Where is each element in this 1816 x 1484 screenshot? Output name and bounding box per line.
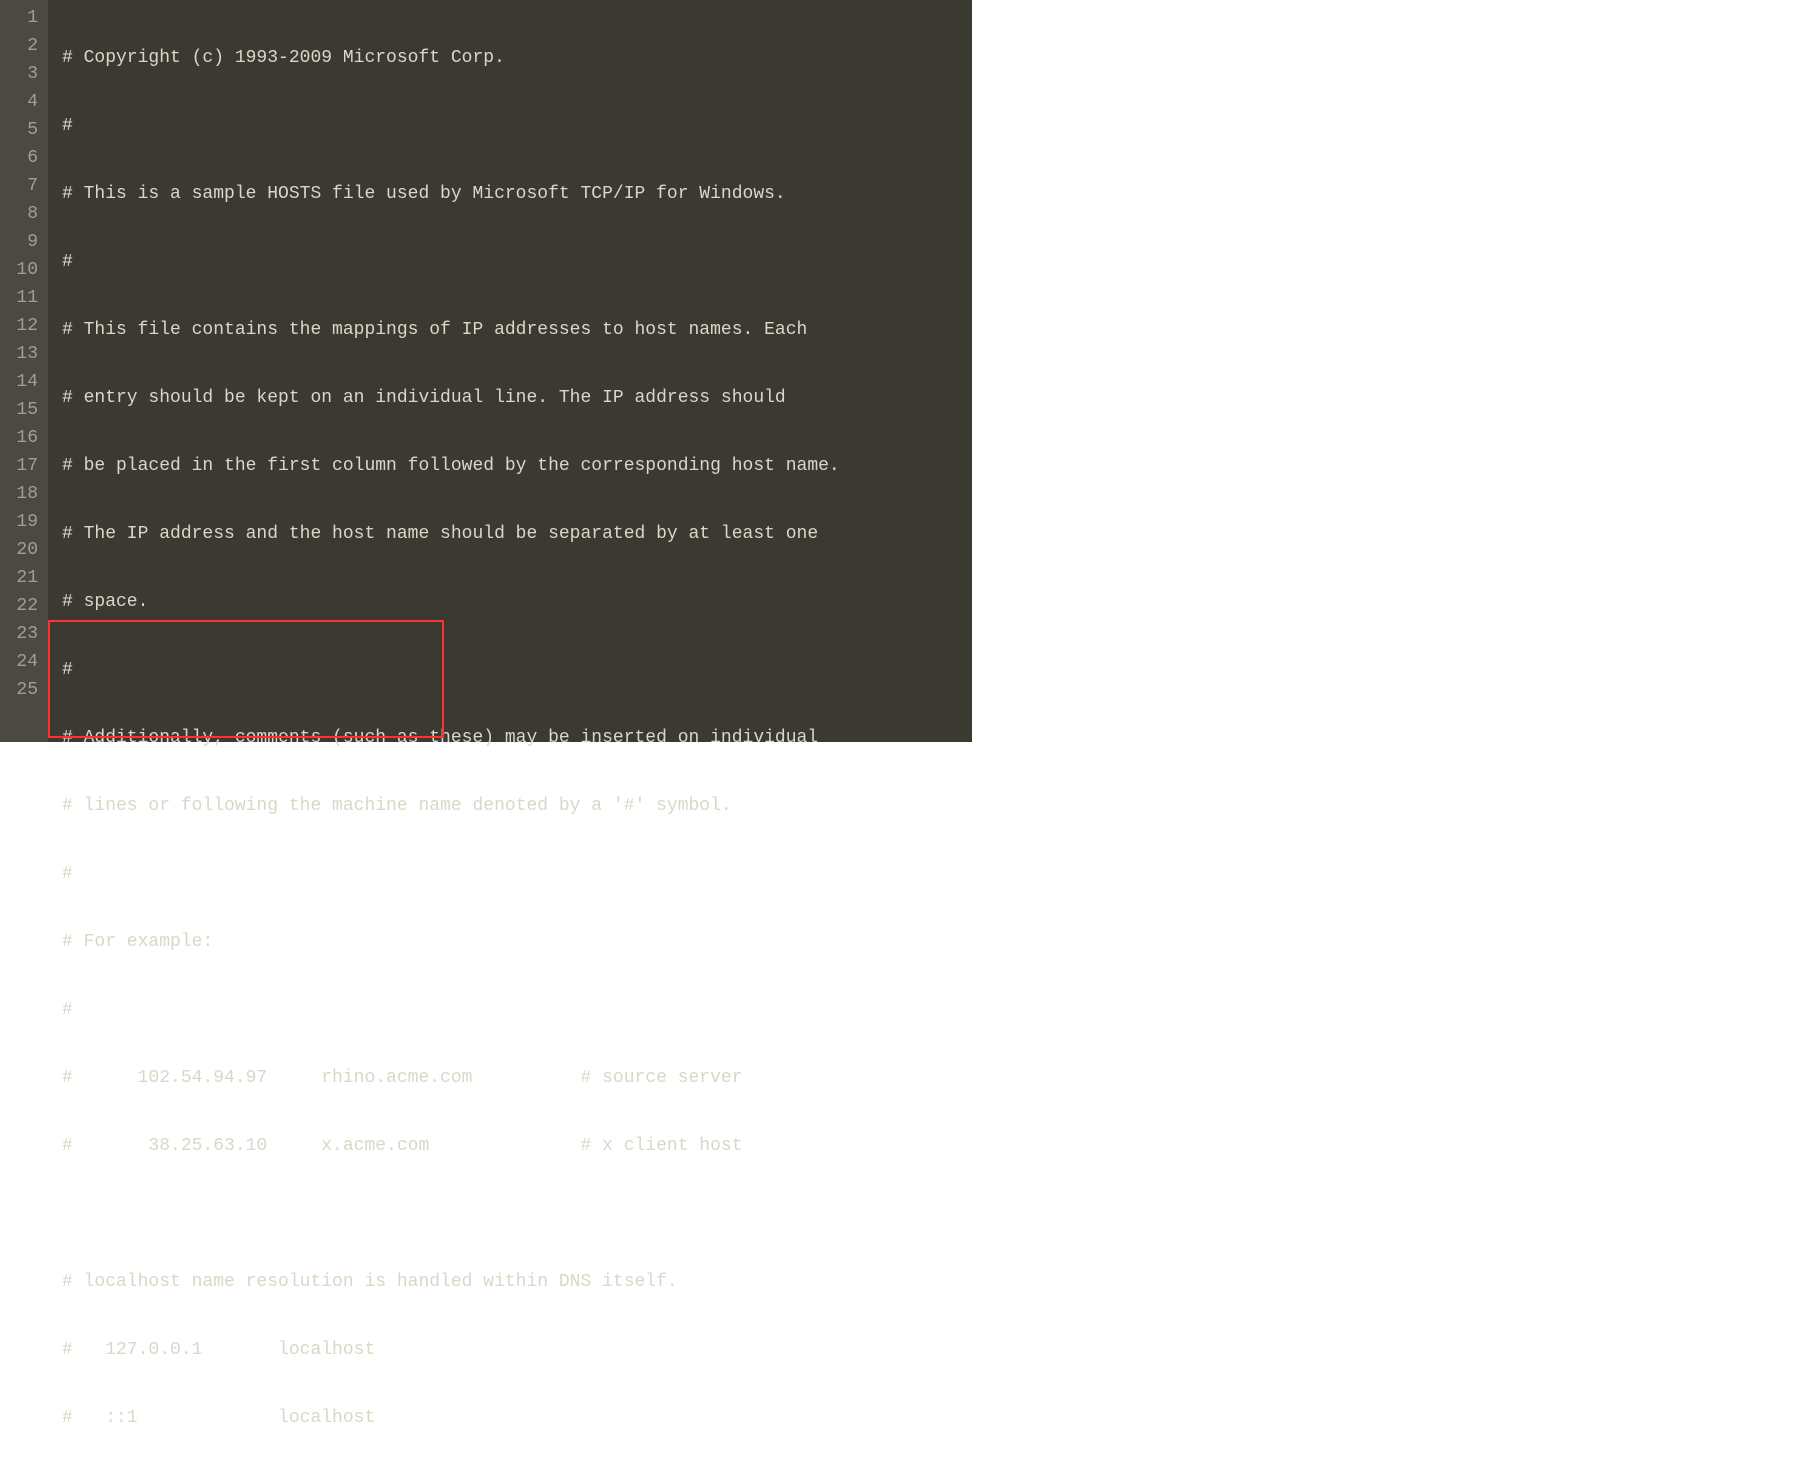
line-number: 17 [6, 452, 38, 480]
code-line[interactable]: # 102.54.94.97 rhino.acme.com # source s… [62, 1064, 972, 1092]
line-number: 8 [6, 200, 38, 228]
code-line[interactable]: # Additionally, comments (such as these)… [62, 724, 972, 752]
line-number: 11 [6, 284, 38, 312]
line-number: 24 [6, 648, 38, 676]
code-line[interactable]: # entry should be kept on an individual … [62, 384, 972, 412]
line-number: 16 [6, 424, 38, 452]
line-number: 22 [6, 592, 38, 620]
line-number: 21 [6, 564, 38, 592]
code-line[interactable]: # This is a sample HOSTS file used by Mi… [62, 180, 972, 208]
code-area[interactable]: # Copyright (c) 1993-2009 Microsoft Corp… [48, 0, 972, 742]
line-number-gutter: 1 2 3 4 5 6 7 8 9 10 11 12 13 14 15 16 1… [0, 0, 48, 742]
line-number: 4 [6, 88, 38, 116]
code-line[interactable]: # [62, 112, 972, 140]
code-line[interactable]: # 38.25.63.10 x.acme.com # x client host [62, 1132, 972, 1160]
code-editor[interactable]: 1 2 3 4 5 6 7 8 9 10 11 12 13 14 15 16 1… [0, 0, 972, 742]
code-line[interactable]: # space. [62, 588, 972, 616]
line-number: 3 [6, 60, 38, 88]
line-number: 15 [6, 396, 38, 424]
line-number: 9 [6, 228, 38, 256]
code-line[interactable]: # lines or following the machine name de… [62, 792, 972, 820]
code-line[interactable]: # localhost name resolution is handled w… [62, 1268, 972, 1296]
line-number: 14 [6, 368, 38, 396]
code-line[interactable]: # ::1 localhost [62, 1404, 972, 1432]
line-number: 5 [6, 116, 38, 144]
code-line[interactable]: # [62, 996, 972, 1024]
code-line[interactable] [62, 1200, 972, 1228]
code-line[interactable]: # be placed in the first column followed… [62, 452, 972, 480]
line-number: 10 [6, 256, 38, 284]
line-number: 19 [6, 508, 38, 536]
line-number: 6 [6, 144, 38, 172]
code-line[interactable]: # For example: [62, 928, 972, 956]
code-line[interactable]: # 127.0.0.1 localhost [62, 1336, 972, 1364]
line-number: 18 [6, 480, 38, 508]
code-line[interactable]: # [62, 248, 972, 276]
line-number: 12 [6, 312, 38, 340]
line-number: 20 [6, 536, 38, 564]
code-line[interactable]: # Copyright (c) 1993-2009 Microsoft Corp… [62, 44, 972, 72]
line-number: 13 [6, 340, 38, 368]
line-number: 23 [6, 620, 38, 648]
code-line[interactable]: # This file contains the mappings of IP … [62, 316, 972, 344]
line-number: 7 [6, 172, 38, 200]
code-line[interactable]: # [62, 860, 972, 888]
line-number: 1 [6, 4, 38, 32]
code-line[interactable]: # The IP address and the host name shoul… [62, 520, 972, 548]
line-number: 2 [6, 32, 38, 60]
code-line[interactable] [62, 1472, 972, 1484]
code-line[interactable]: # [62, 656, 972, 684]
line-number: 25 [6, 676, 38, 704]
